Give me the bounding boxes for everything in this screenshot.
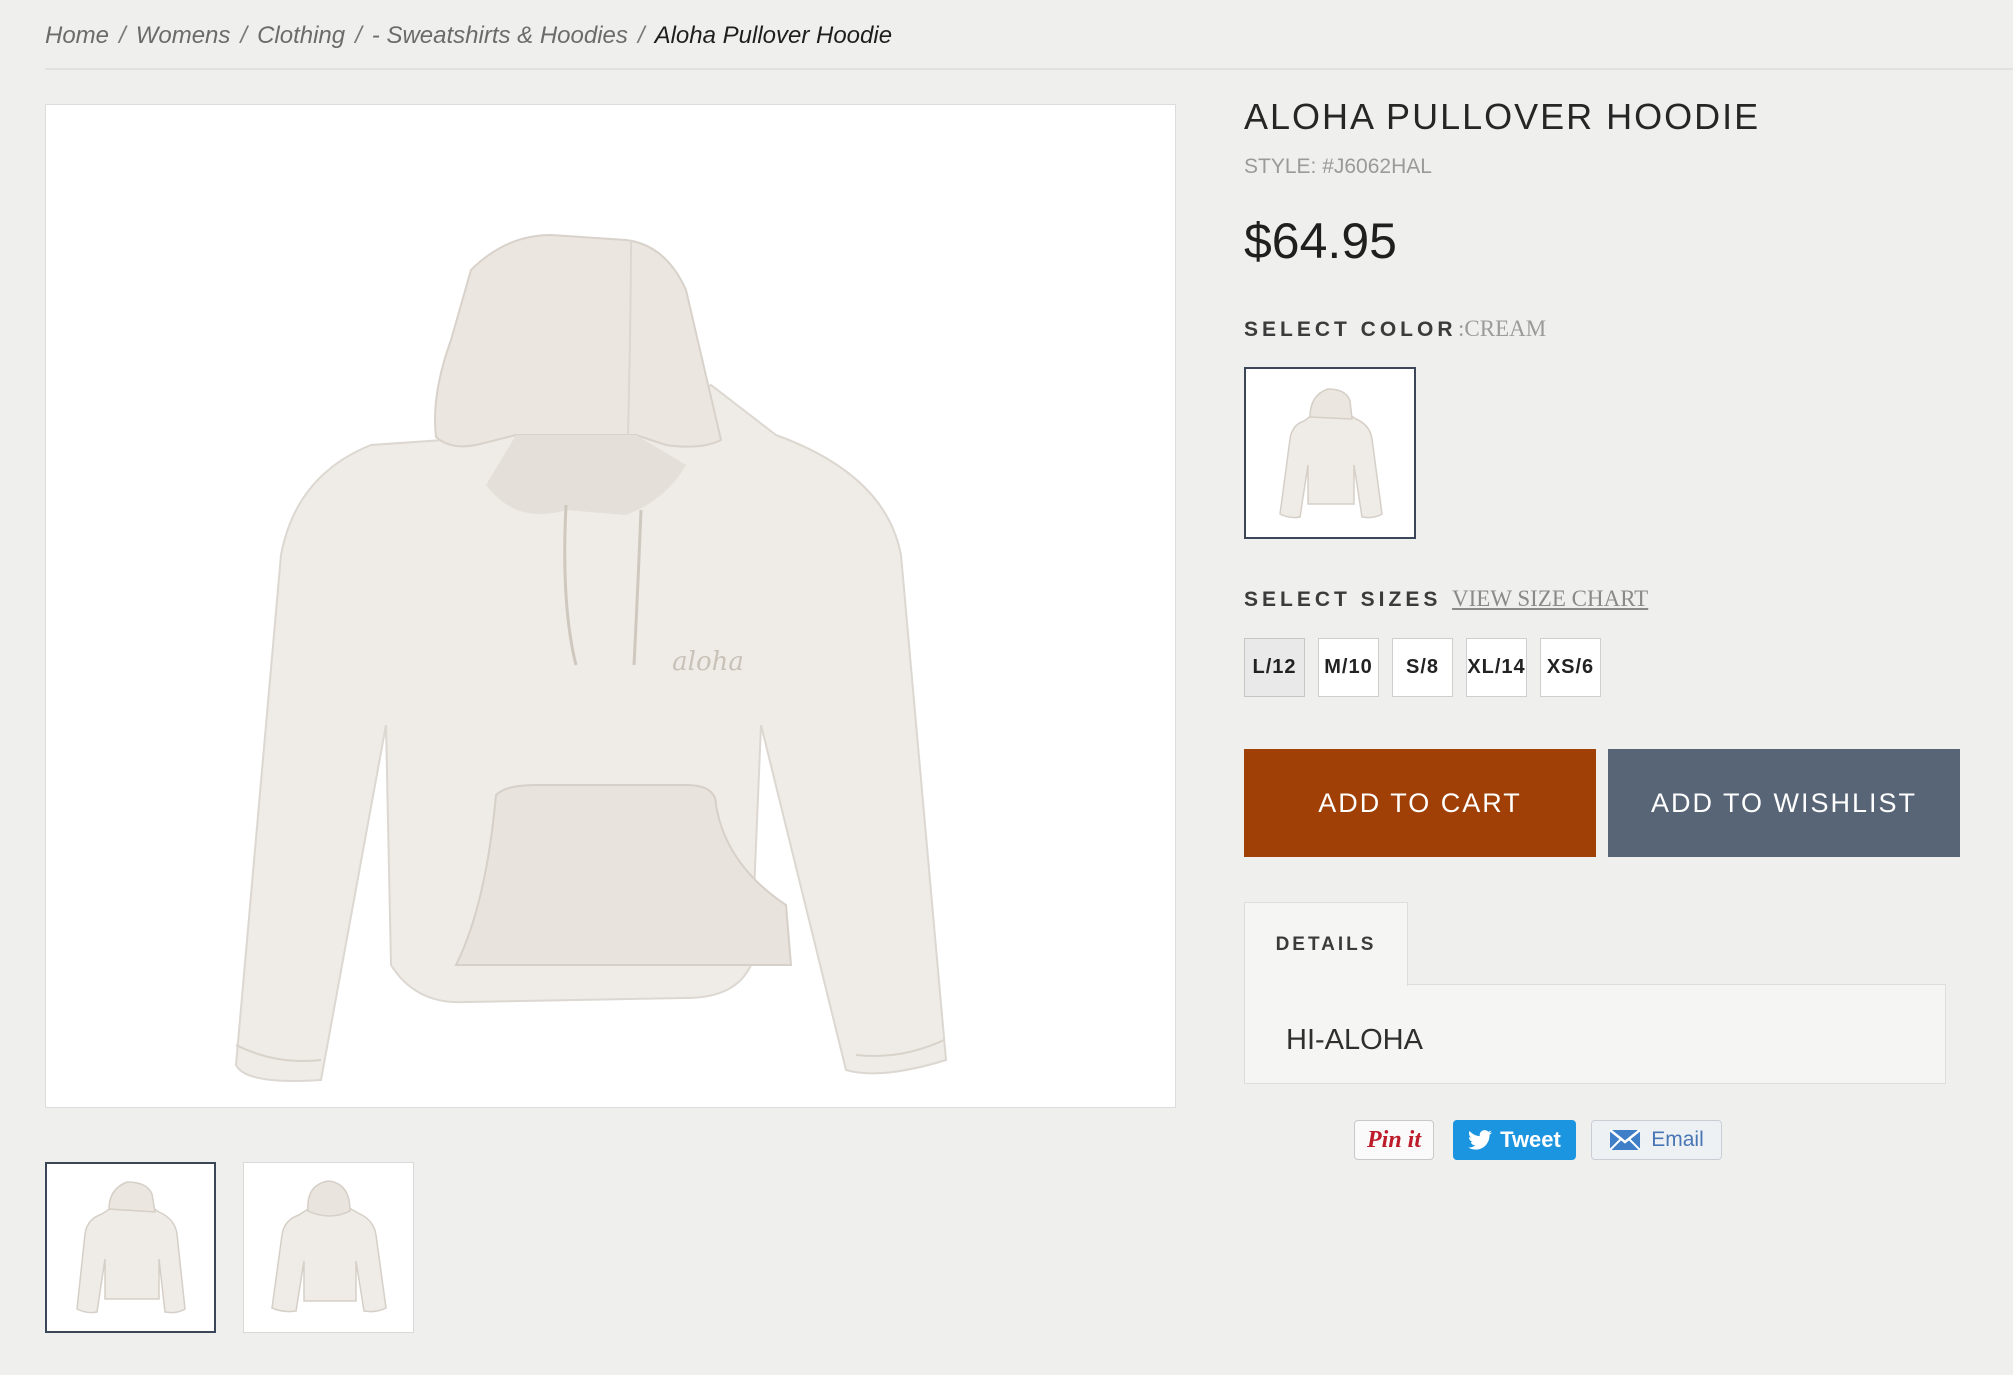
size-options: L/12 M/10 S/8 XL/14 XS/6 (1244, 638, 1601, 697)
breadcrumb-divider (45, 68, 2013, 70)
color-swatch-image (1279, 388, 1383, 519)
breadcrumb-current: Aloha Pullover Hoodie (654, 22, 893, 49)
add-to-cart-button[interactable]: ADD TO CART (1244, 749, 1596, 857)
email-share-button[interactable]: Email (1591, 1120, 1722, 1160)
breadcrumb-separator: / (240, 22, 248, 49)
select-sizes-label: SELECT SIZES (1244, 588, 1442, 611)
add-to-wishlist-button[interactable]: ADD TO WISHLIST (1608, 749, 1960, 857)
breadcrumb-separator: / (355, 22, 362, 49)
product-style-number: STYLE: #J6062HAL (1244, 155, 1432, 178)
view-size-chart-link[interactable]: VIEW SIZE CHART (1452, 586, 1648, 612)
breadcrumb-separator: / (637, 22, 645, 49)
size-option-xl14[interactable]: XL/14 (1466, 638, 1527, 697)
hoodie-print-text: aloha (672, 647, 744, 677)
main-product-image[interactable]: aloha (45, 104, 1176, 1108)
breadcrumb-separator: / (119, 22, 126, 49)
product-price: $64.95 (1244, 213, 1397, 269)
breadcrumb-clothing[interactable]: Clothing (257, 22, 345, 50)
color-swatch-cream[interactable] (1244, 367, 1416, 539)
details-text: HI-ALOHA (1286, 1024, 1423, 1056)
thumbnail-front[interactable] (45, 1162, 216, 1333)
thumbnail-back[interactable] (243, 1162, 414, 1333)
envelope-icon (1609, 1129, 1642, 1151)
product-title: ALOHA PULLOVER HOODIE (1244, 96, 1761, 137)
breadcrumb-home[interactable]: Home (45, 22, 109, 50)
pin-it-label: Pin it (1366, 1126, 1421, 1153)
breadcrumb: Home / Womens / Clothing / - Sweatshirts… (45, 18, 892, 54)
tweet-button[interactable]: Tweet (1453, 1120, 1576, 1160)
email-label: Email (1651, 1128, 1704, 1151)
size-option-xs6[interactable]: XS/6 (1540, 638, 1601, 697)
thumbnail-back-image (271, 1180, 387, 1313)
hoodie-front-image: aloha (234, 233, 948, 1082)
size-option-s8[interactable]: S/8 (1392, 638, 1453, 697)
pinterest-pin-button[interactable]: Pin it (1354, 1120, 1434, 1160)
size-option-m10[interactable]: M/10 (1318, 638, 1379, 697)
size-option-l12[interactable]: L/12 (1244, 638, 1305, 697)
select-color-label: SELECT COLOR (1244, 318, 1457, 341)
breadcrumb-womens[interactable]: Womens (136, 22, 231, 50)
twitter-bird-icon (1468, 1130, 1493, 1150)
tab-details[interactable]: DETAILS (1244, 902, 1408, 986)
tweet-label: Tweet (1500, 1127, 1561, 1152)
selected-color-value: :CREAM (1458, 316, 1547, 341)
thumbnail-front-image (76, 1181, 186, 1314)
breadcrumb-sweatshirts[interactable]: - Sweatshirts & Hoodies (372, 22, 628, 50)
